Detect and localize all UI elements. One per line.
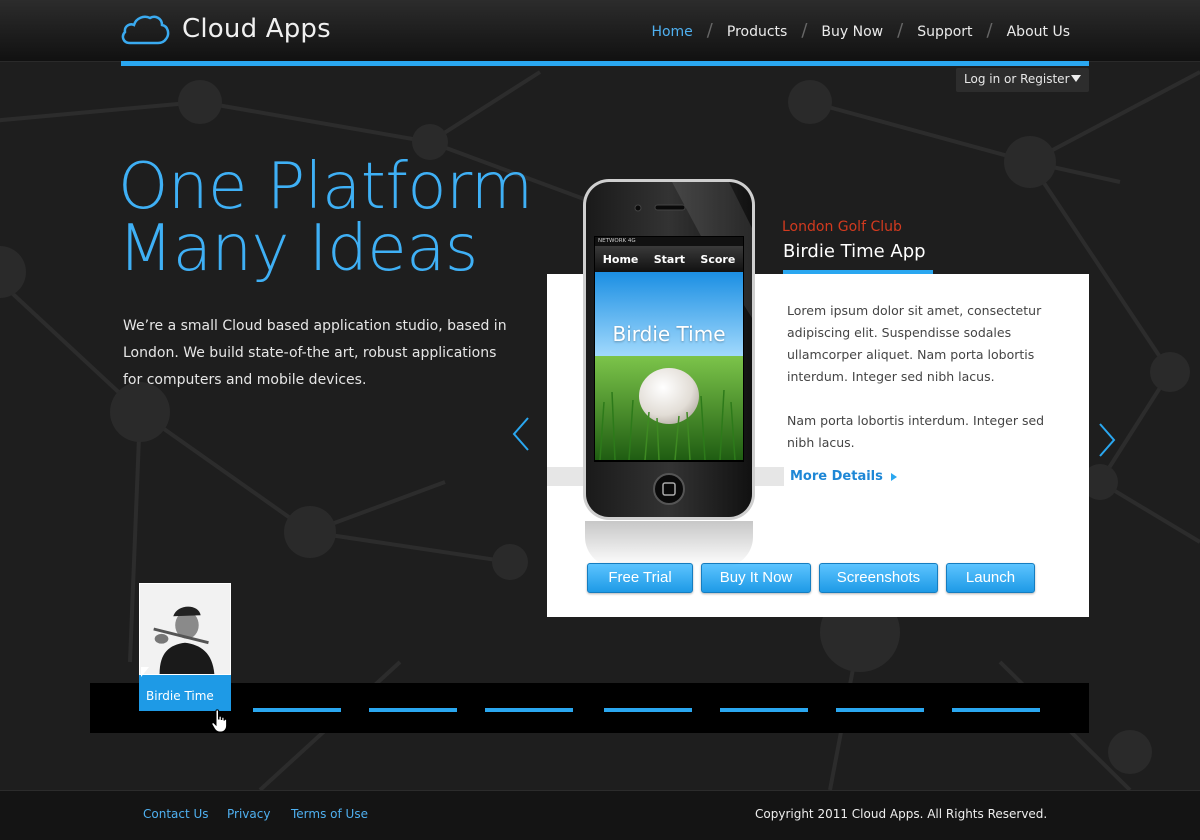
- carousel-strip: [90, 683, 1089, 733]
- hand-cursor-icon: [211, 709, 228, 733]
- phone-tab-score[interactable]: Score: [700, 253, 735, 266]
- carousel-slot[interactable]: [720, 708, 808, 712]
- login-label: Log in or Register: [964, 72, 1070, 86]
- footer-terms-of-use[interactable]: Terms of Use: [291, 807, 368, 821]
- copyright-text: Copyright 2011 Cloud Apps. All Rights Re…: [755, 807, 1048, 821]
- phone-screen-title: Birdie Time: [612, 322, 726, 346]
- carousel-slot[interactable]: [369, 708, 457, 712]
- logo[interactable]: Cloud Apps: [120, 12, 331, 46]
- hero-title: One Platform Many Ideas: [118, 150, 533, 286]
- chevron-left-icon[interactable]: [512, 417, 530, 451]
- phone-status-bar: NETWORK 4G: [595, 237, 743, 246]
- nav-separator: /: [801, 20, 808, 41]
- golf-ball-image: [595, 272, 743, 460]
- client-name: London Golf Club: [782, 219, 902, 235]
- feature-paragraph-2: Nam porta lobortis interdum. Integer sed…: [787, 413, 1045, 450]
- footer-privacy[interactable]: Privacy: [227, 807, 270, 821]
- feature-description: Lorem ipsum dolor sit amet, consectetur …: [787, 300, 1047, 476]
- feature-paragraph-1: Lorem ipsum dolor sit amet, consectetur …: [787, 303, 1042, 384]
- carousel-slot[interactable]: [253, 708, 341, 712]
- nav-about-us[interactable]: About Us: [1007, 24, 1070, 40]
- carousel-slot[interactable]: [836, 708, 924, 712]
- nav-separator: /: [706, 20, 713, 41]
- carousel-slot[interactable]: [952, 708, 1040, 712]
- golfer-photo: [139, 583, 231, 675]
- phone-tab-start[interactable]: Start: [654, 253, 685, 266]
- cloud-icon: [121, 15, 170, 45]
- phone-tab-home[interactable]: Home: [603, 253, 639, 266]
- more-details-link[interactable]: More Details: [790, 469, 897, 484]
- brand-name: Cloud Apps: [182, 14, 331, 44]
- caret-down-icon: [1071, 75, 1081, 82]
- site-footer: Contact Us Privacy Terms of Use Copyrigh…: [0, 790, 1200, 840]
- more-details-label: More Details: [790, 469, 883, 484]
- login-register-dropdown[interactable]: Log in or Register: [956, 68, 1089, 92]
- action-buttons: Free Trial Buy It Now Screenshots Launch: [587, 563, 1043, 593]
- nav-products[interactable]: Products: [727, 24, 787, 40]
- carousel-thumb-label: Birdie Time: [139, 675, 231, 711]
- site-header: Cloud Apps Home / Products / Buy Now / S…: [0, 0, 1200, 62]
- hero-title-line-1: One Platform: [118, 150, 533, 224]
- footer-contact-us[interactable]: Contact Us: [143, 807, 209, 821]
- carousel-thumb-active[interactable]: Birdie Time: [139, 583, 231, 711]
- phone-tab-bar: Home Start Score: [595, 246, 743, 272]
- header-accent-bar: [121, 61, 1089, 66]
- app-name-underline: [783, 270, 933, 274]
- nav-home[interactable]: Home: [651, 24, 692, 40]
- carousel-slot[interactable]: [604, 708, 692, 712]
- screenshots-button[interactable]: Screenshots: [819, 563, 938, 593]
- launch-button[interactable]: Launch: [946, 563, 1035, 593]
- hero-description: We’re a small Cloud based application st…: [123, 318, 507, 388]
- play-arrow-icon: [890, 472, 897, 481]
- thumb-notch: [141, 667, 149, 677]
- nav-separator: /: [897, 20, 904, 41]
- nav-support[interactable]: Support: [917, 24, 972, 40]
- app-name: Birdie Time App: [783, 241, 926, 262]
- phone-status-text: NETWORK 4G: [598, 238, 636, 244]
- nav-separator: /: [986, 20, 993, 41]
- buy-it-now-button[interactable]: Buy It Now: [701, 563, 811, 593]
- nav-buy-now[interactable]: Buy Now: [821, 24, 883, 40]
- free-trial-button[interactable]: Free Trial: [587, 563, 693, 593]
- main-nav: Home / Products / Buy Now / Support / Ab…: [651, 20, 1070, 42]
- carousel-slot[interactable]: [485, 708, 573, 712]
- chevron-right-icon[interactable]: [1098, 423, 1116, 457]
- phone-reflection: [585, 521, 753, 567]
- hero-title-line-2: Many Ideas: [118, 212, 478, 286]
